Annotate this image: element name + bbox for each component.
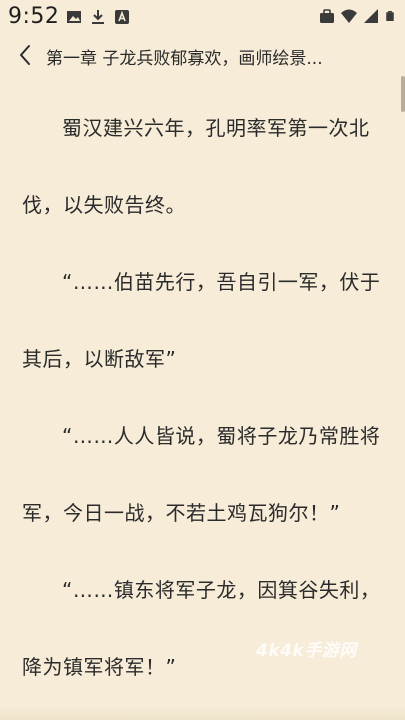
image-icon (67, 11, 81, 23)
signal-icon (364, 9, 378, 23)
paragraph: “……人人皆说，蜀将子龙乃常胜将军，今日一战，不若土鸡瓦狗尔！” (22, 424, 381, 525)
bottom-edge (0, 706, 405, 720)
font-icon (115, 10, 129, 24)
chevron-left-icon (20, 45, 30, 65)
chapter-title: 第一章 子龙兵败郁寡欢，画师绘景... (46, 49, 323, 69)
back-button[interactable] (12, 40, 38, 70)
download-icon (92, 10, 104, 24)
status-left-icons (66, 9, 130, 25)
paragraph: 蜀汉建兴六年，孔明率军第一次北伐，以失败告终。 (22, 116, 370, 217)
status-right-icons (319, 8, 395, 24)
paragraph: “……镇东将军子龙，因箕谷失利，降为镇军将军！” (22, 578, 381, 679)
battery-icon (386, 11, 394, 21)
scrollbar-thumb[interactable] (401, 76, 405, 112)
watermark: 4k4k手游网 (256, 641, 357, 661)
reader-header: 第一章 子龙兵败郁寡欢，画师绘景... (0, 36, 405, 76)
paragraph: “……伯苗先行，吾自引一军，伏于其后，以断敌军” (22, 270, 381, 371)
chapter-content: 蜀汉建兴六年，孔明率军第一次北伐，以失败告终。 “……伯苗先行，吾自引一军，伏于… (22, 90, 382, 706)
briefcase-icon (320, 9, 334, 23)
status-bar: 9:52 (0, 0, 405, 34)
wifi-icon (341, 9, 357, 23)
status-time: 9:52 (8, 4, 60, 29)
